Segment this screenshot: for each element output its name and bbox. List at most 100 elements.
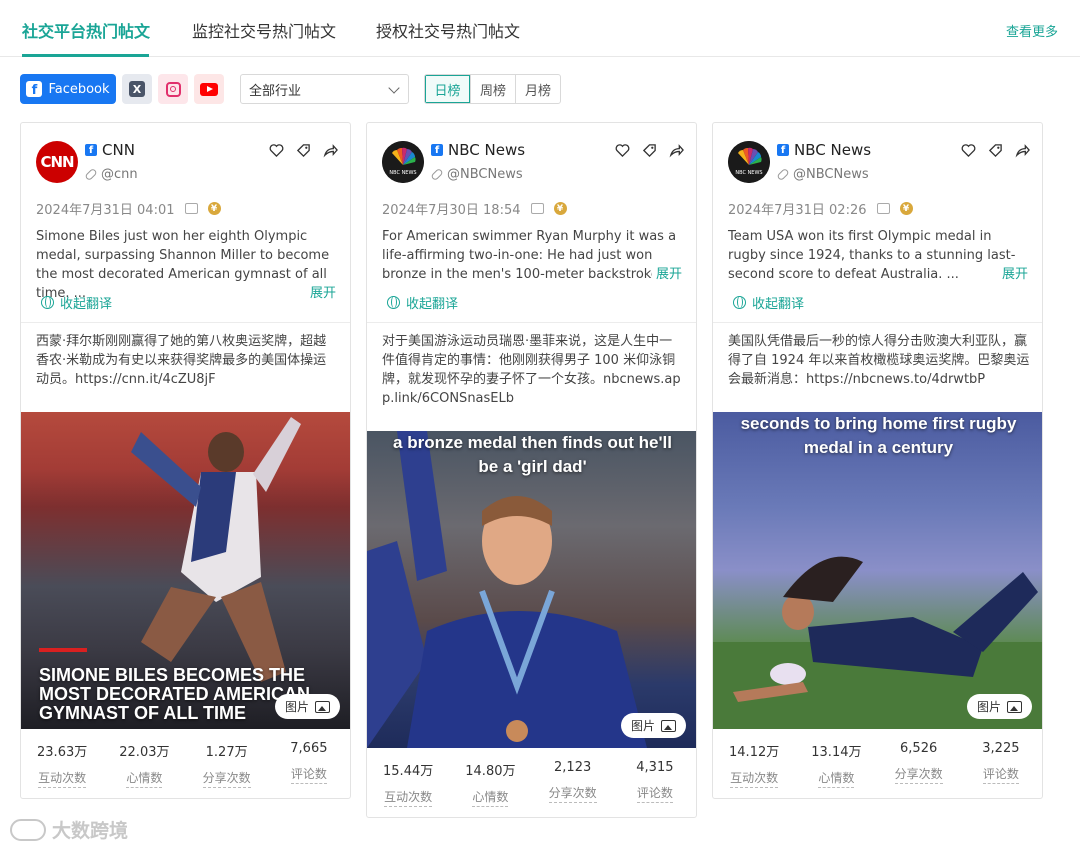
post-image[interactable]: a bronze medal then finds out he'll be a… (367, 431, 696, 748)
stat-value: 3,225 (982, 741, 1020, 756)
expand-link[interactable]: 展开 (651, 265, 682, 284)
avatar[interactable]: CNN (36, 141, 78, 183)
image-type-badge[interactable]: 图片 (966, 694, 1032, 719)
divider (713, 322, 1042, 323)
post-datetime: 2024年7月31日 04:01 (36, 203, 175, 218)
post-image[interactable]: SIMONE BILES BECOMES THE MOST DECORATED … (21, 412, 350, 729)
stat-interactions: 23.63万互动次数 (21, 729, 103, 789)
account-handle-text: @cnn (101, 167, 138, 182)
share-icon[interactable] (1015, 143, 1030, 158)
post-card: CNN f CNN @cnn 2024年7月31日 04:01 ¥ Simone… (20, 122, 351, 799)
heart-icon[interactable] (615, 143, 630, 158)
collapse-translation-label: 收起翻译 (406, 297, 459, 312)
image-type-badge[interactable]: 图片 (274, 694, 340, 719)
account-name-text: CNN (102, 141, 135, 159)
account-name[interactable]: f CNN (85, 141, 135, 159)
period-weekly-button[interactable]: 周榜 (470, 75, 515, 103)
platform-facebook-button[interactable]: f Facebook (20, 74, 116, 104)
heart-icon[interactable] (961, 143, 976, 158)
tab-monitored-accounts-hot-posts[interactable]: 监控社交号热门帖文 (192, 18, 336, 42)
stat-label[interactable]: 互动次数 (730, 769, 779, 788)
account-name-text: NBC News (448, 141, 526, 159)
stat-shares: 1.27万分享次数 (186, 729, 268, 789)
account-handle[interactable]: @NBCNews (776, 167, 869, 182)
stat-label[interactable]: 心情数 (126, 769, 163, 788)
stat-label[interactable]: 分享次数 (548, 784, 597, 803)
post-text-original-content: For American swimmer Ryan Murphy it was … (382, 229, 677, 282)
expand-link[interactable]: 展开 (997, 265, 1028, 284)
watermark: 大数跨境 (10, 816, 128, 843)
stat-label[interactable]: 评论数 (290, 765, 327, 784)
x-icon: X (129, 81, 145, 97)
platform-x-button[interactable]: X (122, 74, 152, 104)
period-toggle-group: 日榜 周榜 月榜 (424, 74, 561, 104)
stat-value: 23.63万 (37, 745, 88, 760)
collapse-translation-button[interactable]: 收起翻译 (387, 293, 458, 312)
stat-label[interactable]: 互动次数 (384, 788, 433, 807)
post-datetime: 2024年7月30日 18:54 (382, 203, 521, 218)
account-name[interactable]: f NBC News (777, 141, 871, 159)
facebook-icon: f (85, 144, 97, 156)
stat-label[interactable]: 分享次数 (894, 765, 943, 784)
stat-shares: 6,526 分享次数 (878, 729, 960, 789)
stat-comments: 4,315 评论数 (614, 748, 696, 808)
image-type-badge[interactable]: 图片 (620, 713, 686, 738)
stat-value: 6,526 (900, 741, 938, 756)
watermark-logo-icon (10, 818, 46, 841)
post-card: NBC NEWS f NBC News @NBCNews 2024年7月30日 … (366, 122, 697, 818)
stat-reactions: 13.14万 心情数 (795, 729, 877, 789)
post-meta: 2024年7月30日 18:54 ¥ (382, 199, 567, 218)
stat-label[interactable]: 评论数 (636, 784, 673, 803)
tag-icon[interactable] (988, 143, 1003, 158)
view-more-link[interactable]: 查看更多 (1006, 21, 1058, 40)
stat-value: 1.27万 (205, 745, 248, 760)
link-icon (430, 167, 444, 182)
picture-icon (1007, 700, 1022, 713)
collapse-translation-button[interactable]: 收起翻译 (733, 293, 804, 312)
account-name[interactable]: f NBC News (431, 141, 525, 159)
stat-label[interactable]: 心情数 (472, 788, 509, 807)
avatar-text: NBC NEWS (389, 170, 416, 176)
account-handle[interactable]: @cnn (84, 167, 138, 182)
divider (367, 322, 696, 323)
account-handle[interactable]: @NBCNews (430, 167, 523, 182)
stat-reactions: 14.80万心情数 (449, 748, 531, 808)
image-icon (184, 203, 198, 214)
stat-shares: 2,123 分享次数 (532, 748, 614, 808)
picture-icon (661, 719, 676, 732)
avatar[interactable]: NBC NEWS (382, 141, 424, 183)
filter-toolbar: f Facebook X 全部行业 日榜 周榜 月榜 (20, 74, 1060, 104)
stat-value: 14.80万 (465, 764, 516, 779)
period-monthly-button[interactable]: 月榜 (515, 75, 560, 103)
industry-select[interactable]: 全部行业 (240, 74, 409, 104)
stat-label[interactable]: 分享次数 (202, 769, 251, 788)
share-icon[interactable] (323, 143, 338, 158)
heart-icon[interactable] (269, 143, 284, 158)
platform-facebook-label: Facebook (48, 81, 110, 97)
stat-label[interactable]: 评论数 (982, 765, 1019, 784)
account-handle-text: @NBCNews (447, 167, 523, 182)
stat-label[interactable]: 心情数 (818, 769, 855, 788)
platform-youtube-button[interactable] (194, 74, 224, 104)
period-daily-button[interactable]: 日榜 (425, 75, 470, 103)
account-handle-text: @NBCNews (793, 167, 869, 182)
stat-reactions: 22.03万心情数 (103, 729, 185, 789)
tag-icon[interactable] (642, 143, 657, 158)
tab-social-platform-hot-posts[interactable]: 社交平台热门帖文 (22, 18, 150, 42)
tab-authorized-accounts-hot-posts[interactable]: 授权社交号热门帖文 (376, 18, 520, 42)
instagram-icon (165, 81, 181, 97)
expand-link[interactable]: 展开 (305, 284, 336, 303)
facebook-icon: f (431, 144, 443, 156)
tag-icon[interactable] (296, 143, 311, 158)
post-datetime: 2024年7月31日 02:26 (728, 203, 867, 218)
post-text-original: For American swimmer Ryan Murphy it was … (382, 227, 682, 284)
platform-instagram-button[interactable] (158, 74, 188, 104)
stat-value: 22.03万 (119, 745, 170, 760)
collapse-translation-button[interactable]: 收起翻译 (41, 293, 112, 312)
stat-label[interactable]: 互动次数 (38, 769, 87, 788)
account-name-text: NBC News (794, 141, 872, 159)
collapse-translation-label: 收起翻译 (752, 297, 805, 312)
post-image[interactable]: seconds to bring home first rugby medal … (713, 412, 1042, 729)
avatar[interactable]: NBC NEWS (728, 141, 770, 183)
share-icon[interactable] (669, 143, 684, 158)
